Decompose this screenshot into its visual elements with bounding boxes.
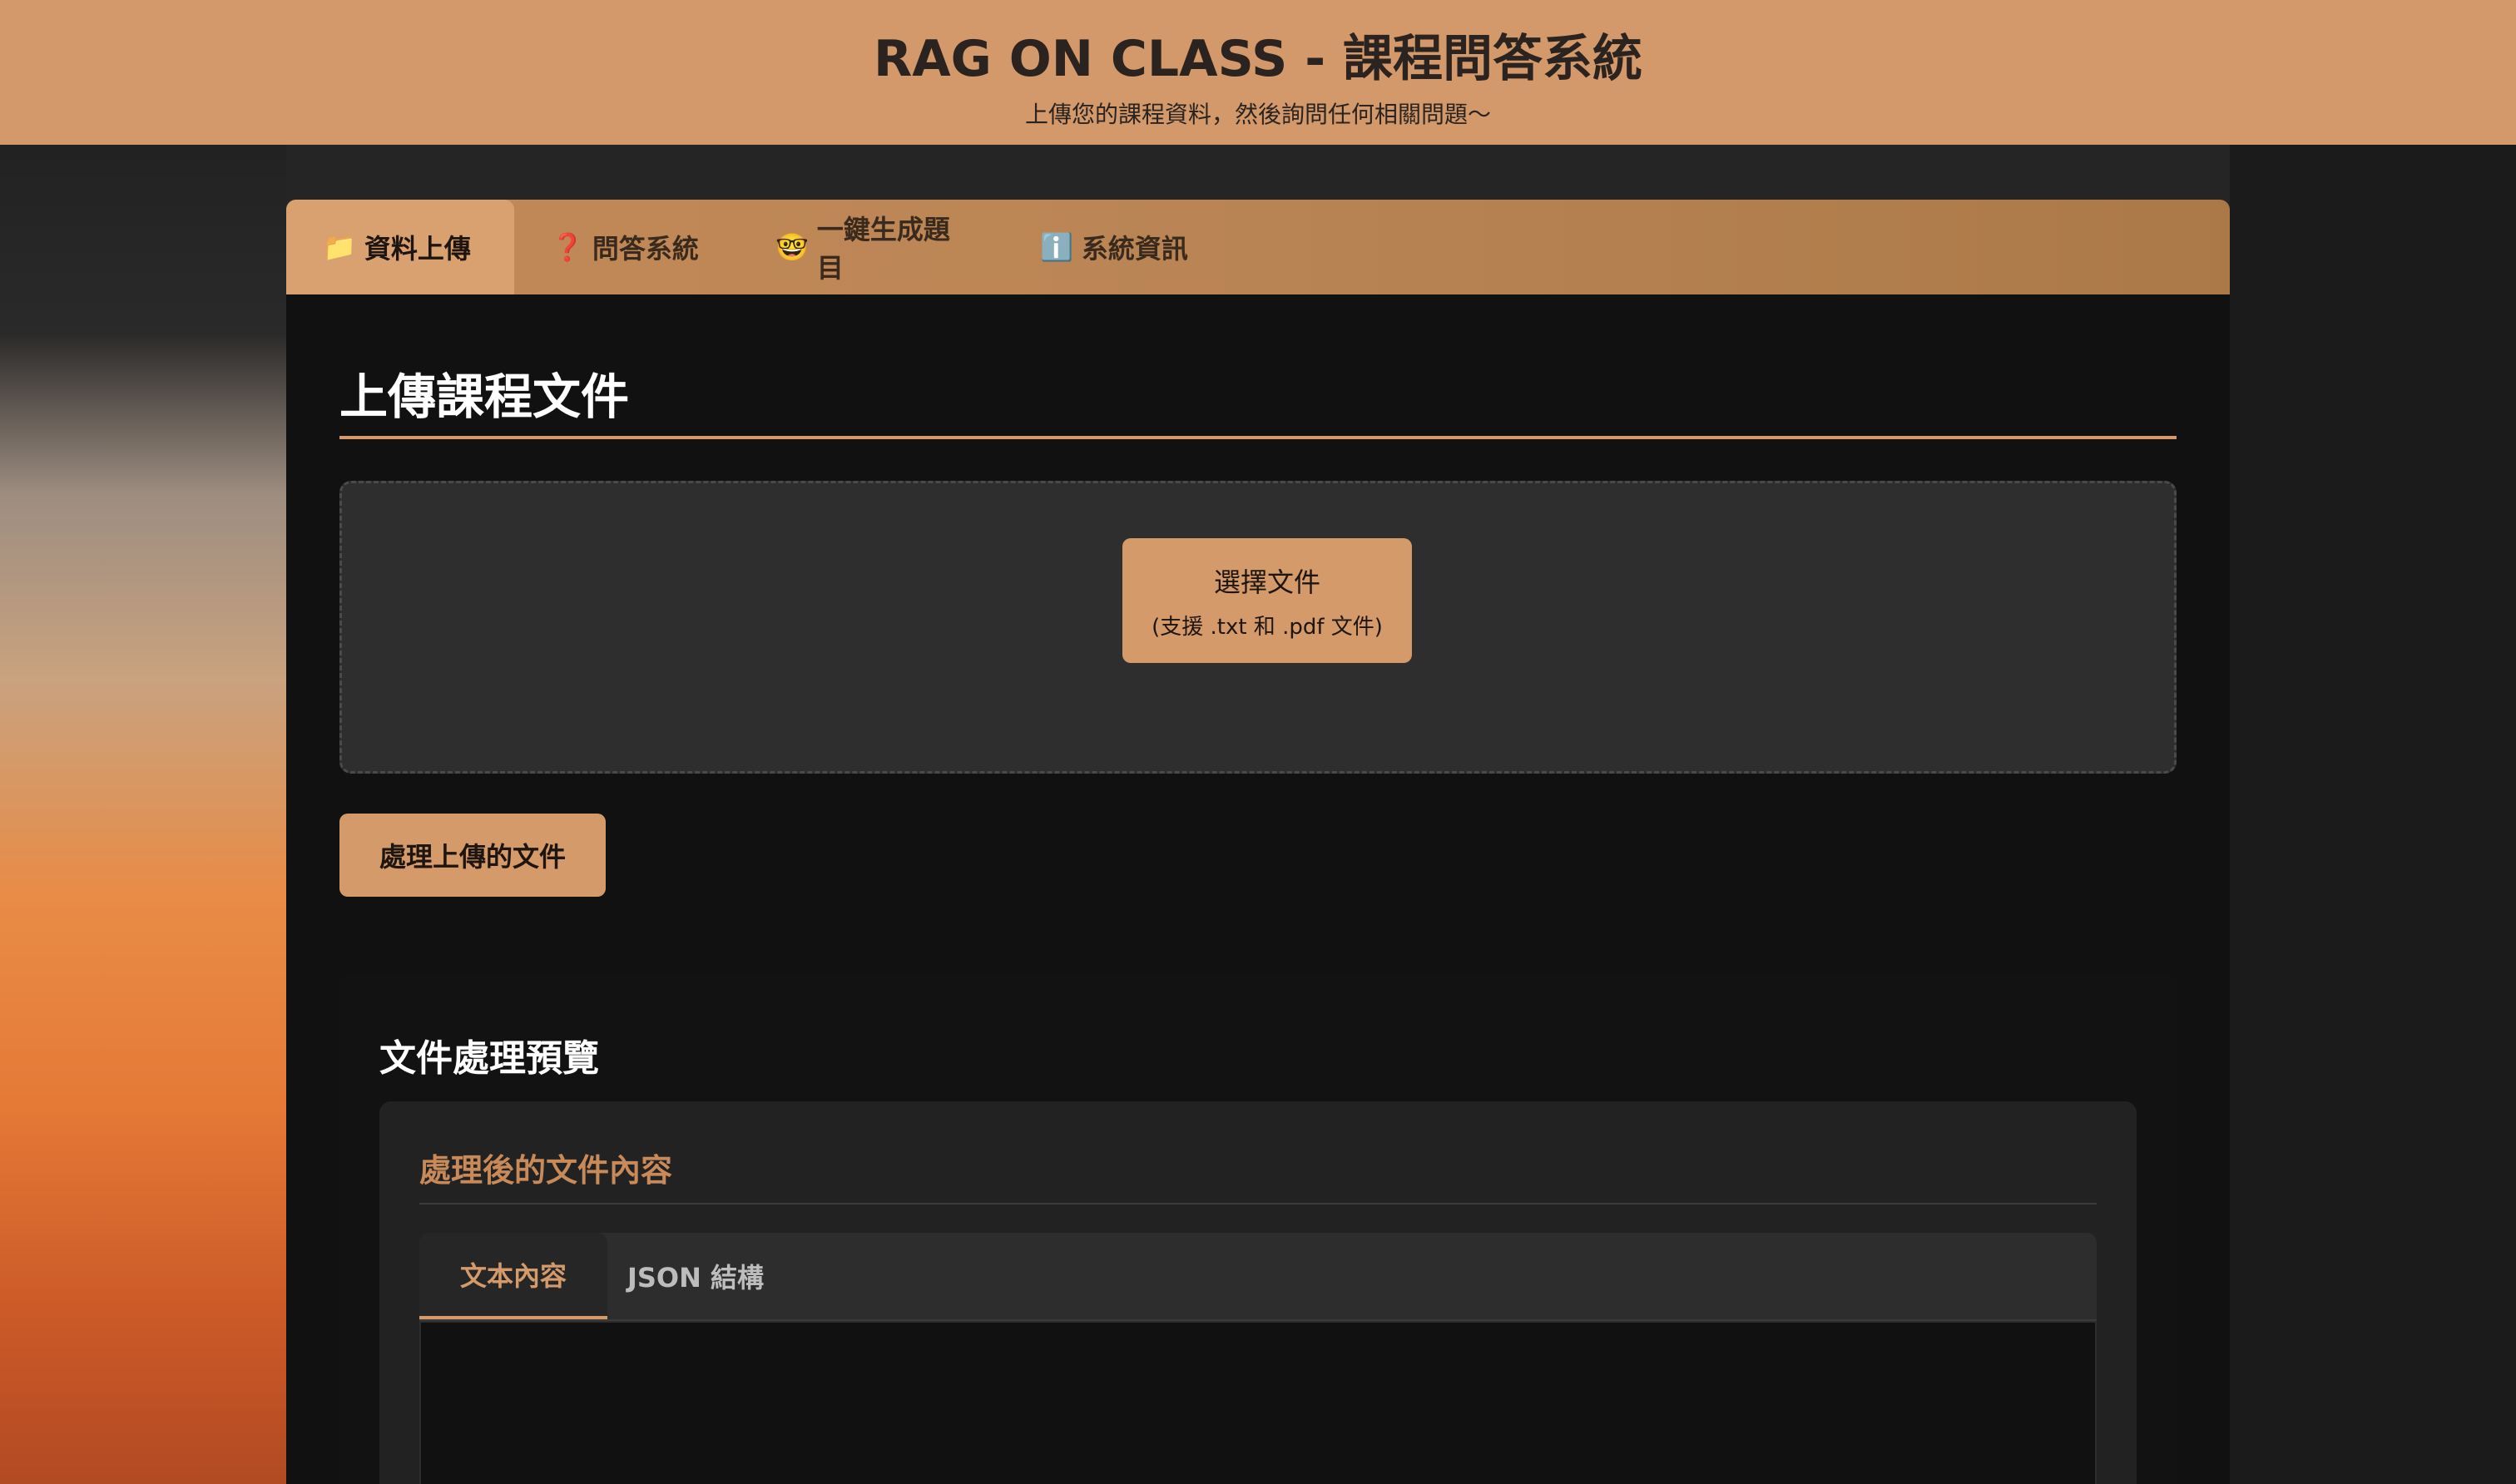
info-icon: ℹ️ [1040,231,1073,263]
card-divider [419,1203,2097,1205]
app-subtitle: 上傳您的課程資料，然後詢問任何相關問題〜 [1024,101,1491,128]
tab-qa[interactable]: ❓ 問答系統 [514,200,739,294]
tab-json-structure[interactable]: JSON 結構 [607,1233,784,1319]
app-header: RAG ON CLASS - 課程問答系統 上傳您的課程資料，然後詢問任何相關問… [0,0,2516,145]
tab-generate-questions[interactable]: 🤓 一鍵生成題目 [739,200,1003,294]
tab-bar: 📁 資料上傳 ❓ 問答系統 🤓 一鍵生成題目 ℹ️ 系統資訊 [286,200,2230,294]
tab-generate-label: 一鍵生成題目 [816,214,950,284]
processed-content-card: 處理後的文件內容 文本內容 JSON 結構 [379,1101,2137,1484]
nerd-face-icon: 🤓 [775,231,809,263]
process-files-button[interactable]: 處理上傳的文件 [339,814,606,897]
app-title: RAG ON CLASS - 課程問答系統 [874,30,1642,88]
choose-file-button[interactable]: 選擇文件 (支援 .txt 和 .pdf 文件) [1122,538,1412,663]
preview-title: 文件處理預覽 [379,1037,599,1080]
section-divider [339,436,2177,439]
text-content-area[interactable] [421,1323,2095,1484]
tab-upload[interactable]: 📁 資料上傳 [286,200,514,294]
tab-text-content[interactable]: 文本內容 [419,1233,607,1319]
content-tab-strip: 文本內容 JSON 結構 [419,1233,2097,1321]
file-dropzone[interactable]: 選擇文件 (支援 .txt 和 .pdf 文件) [339,481,2177,774]
tab-system-info-label: 系統資訊 [1081,233,1188,265]
tab-system-info[interactable]: ℹ️ 系統資訊 [1003,200,1228,294]
tab-upload-label: 資料上傳 [364,233,471,265]
background-shade [0,145,286,336]
main-panel: 📁 資料上傳 ❓ 問答系統 🤓 一鍵生成題目 ℹ️ 系統資訊 上傳課程文件 選擇… [286,200,2230,1484]
preview-section: 文件處理預覽 處理後的文件內容 文本內容 JSON 結構 [339,973,2177,1484]
choose-file-hint: (支援 .txt 和 .pdf 文件) [1152,615,1383,640]
background-right [2230,145,2516,1484]
choose-file-label: 選擇文件 [1213,566,1320,598]
question-icon: ❓ [551,231,584,263]
content-tabs: 文本內容 JSON 結構 [419,1233,2097,1484]
folder-icon: 📁 [323,231,356,263]
tab-qa-label: 問答系統 [592,233,699,265]
section-title: 上傳課程文件 [339,369,630,425]
card-title: 處理後的文件內容 [419,1152,673,1189]
